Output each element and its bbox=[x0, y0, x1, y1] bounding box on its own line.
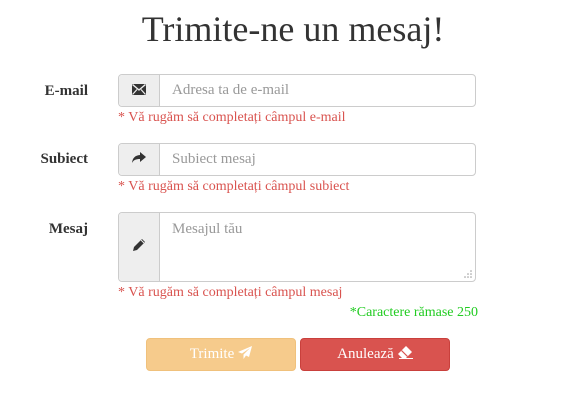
send-button[interactable]: Trimite bbox=[146, 338, 296, 371]
message-textarea[interactable]: Mesajul tău bbox=[160, 213, 475, 281]
envelope-icon bbox=[132, 82, 146, 100]
resize-grip-icon[interactable] bbox=[464, 270, 472, 278]
character-counter: *Caractere rămase 250 bbox=[349, 305, 478, 320]
message-input-group: Mesajul tău bbox=[118, 212, 476, 282]
message-error: * Vă rugăm să completați câmpul mesaj bbox=[118, 285, 343, 300]
share-arrow-icon bbox=[132, 151, 146, 169]
email-error: * Vă rugăm să completați câmpul e-mail bbox=[118, 110, 346, 125]
paper-plane-icon bbox=[238, 345, 253, 364]
cancel-button[interactable]: Anulează bbox=[300, 338, 450, 371]
pencil-icon bbox=[132, 238, 146, 257]
subject-error: * Vă rugăm să completați câmpul subiect bbox=[118, 179, 350, 194]
cancel-button-label: Anulează bbox=[337, 346, 394, 362]
subject-field[interactable]: Subiect mesaj bbox=[160, 144, 475, 175]
message-placeholder: Mesajul tău bbox=[172, 221, 243, 237]
page-title: Trimite-ne un mesaj! bbox=[141, 9, 445, 49]
send-button-label: Trimite bbox=[189, 346, 235, 362]
subject-label: Subiect bbox=[40, 151, 88, 167]
eraser-icon bbox=[397, 345, 413, 364]
subject-addon bbox=[119, 144, 160, 175]
message-label: Mesaj bbox=[48, 221, 88, 237]
email-addon bbox=[119, 75, 160, 106]
email-input-group: Adresa ta de e-mail bbox=[118, 74, 476, 107]
email-field[interactable]: Adresa ta de e-mail bbox=[160, 75, 475, 106]
email-label: E-mail bbox=[44, 83, 88, 99]
message-addon bbox=[119, 213, 160, 281]
subject-input-group: Subiect mesaj bbox=[118, 143, 476, 176]
